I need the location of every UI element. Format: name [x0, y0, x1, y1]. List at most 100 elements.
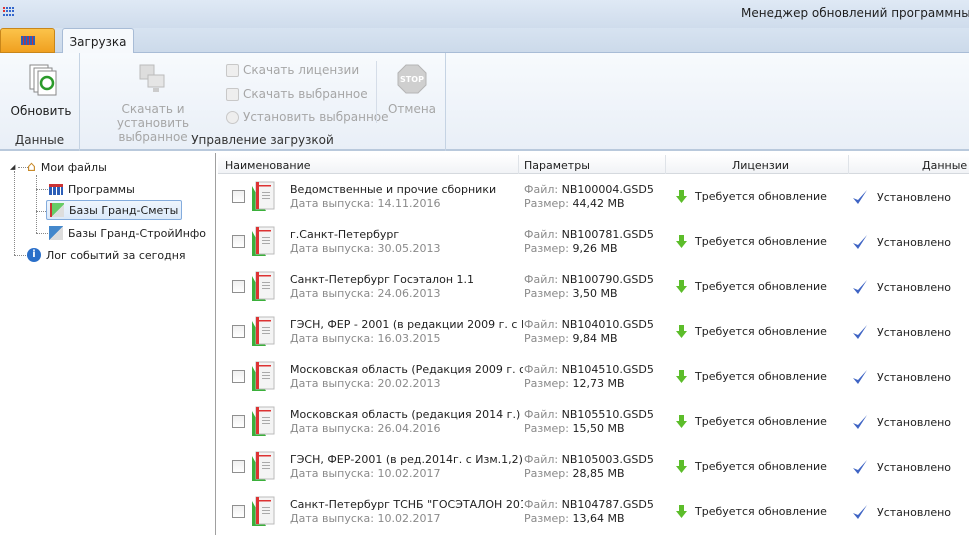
license-status: Требуется обновление — [676, 460, 827, 473]
data-status: Установлено — [852, 324, 951, 340]
stroyinfo-book-icon — [49, 226, 63, 240]
tree-panel: ◢ ⌂ Мои файлы Программы Базы Гранд-Сметы … — [0, 153, 216, 535]
install-selected-button[interactable]: Установить выбранное — [226, 110, 389, 124]
database-book-icon — [50, 203, 64, 217]
app-grid-icon — [20, 36, 35, 45]
ribbon: Обновить Данные Скачать и установить выб… — [0, 53, 969, 151]
header-params[interactable]: Параметры — [524, 159, 590, 172]
size-label: Размер: — [524, 332, 573, 345]
base-name: г.Санкт-Петербург — [290, 228, 400, 241]
row-checkbox[interactable] — [232, 190, 245, 203]
file-value: NB100004.GSD5 — [561, 183, 654, 196]
license-text: Требуется обновление — [695, 325, 827, 338]
table-row[interactable]: Ведомственные и прочие сборники Дата вып… — [218, 175, 969, 220]
bases-table: Наименование Параметры Лицензии Данные В… — [218, 153, 969, 535]
header-licenses[interactable]: Лицензии — [732, 159, 789, 172]
home-icon: ⌂ — [27, 159, 36, 175]
file-label: Файл: — [524, 228, 562, 241]
table-row[interactable]: Санкт-Петербург Госэталон 1.1 Дата выпус… — [218, 265, 969, 310]
table-row[interactable]: Московская область (Редакция 2009 г. с И… — [218, 355, 969, 400]
tree-item-programs[interactable]: Программы — [46, 179, 138, 199]
base-name: ГЭСН, ФЕР - 2001 (в редакции 2009 г. с И… — [290, 318, 523, 331]
database-book-icon — [252, 226, 275, 256]
svg-text:STOP: STOP — [400, 75, 424, 84]
tree-label: Мои файлы — [40, 160, 107, 174]
refresh-label: Обновить — [10, 104, 72, 118]
programs-icon — [49, 183, 63, 195]
file-menu-button[interactable] — [0, 28, 55, 53]
file-param: Файл: NB104787.GSD5 — [524, 498, 654, 511]
checkmark-icon — [853, 505, 867, 519]
table-row[interactable]: ГЭСН, ФЕР-2001 (в ред.2014г. с Изм.1,2) … — [218, 445, 969, 490]
data-text: Установлено — [877, 280, 952, 294]
license-status: Требуется обновление — [676, 370, 827, 383]
cancel-button[interactable]: STOP Отмена — [384, 63, 440, 116]
download-install-button[interactable]: Скачать и установить выбранное — [90, 63, 216, 144]
base-name: Московская область (Редакция 2009 г. с И… — [290, 363, 523, 376]
data-status: Установлено — [852, 369, 951, 385]
data-text: Установлено — [877, 505, 952, 519]
refresh-button[interactable]: Обновить — [6, 63, 76, 118]
database-book-icon — [252, 496, 275, 526]
row-checkbox[interactable] — [232, 505, 245, 518]
row-checkbox[interactable] — [232, 280, 245, 293]
tree-item-my-files[interactable]: ⌂ Мои файлы — [24, 157, 110, 177]
table-header: Наименование Параметры Лицензии Данные — [218, 155, 969, 174]
size-label: Размер: — [524, 287, 573, 300]
data-text: Установлено — [877, 415, 952, 429]
license-text: Требуется обновление — [695, 370, 827, 383]
column-separator[interactable] — [665, 155, 666, 174]
database-book-icon — [252, 361, 275, 391]
row-checkbox[interactable] — [232, 325, 245, 338]
row-checkbox[interactable] — [232, 415, 245, 428]
database-book-icon — [252, 271, 275, 301]
table-row[interactable]: ГЭСН, ФЕР - 2001 (в редакции 2009 г. с И… — [218, 310, 969, 355]
tree-label: Лог событий за сегодня — [46, 248, 186, 262]
collapse-icon[interactable]: ◢ — [10, 163, 15, 171]
file-label: Файл: — [524, 498, 562, 511]
header-data[interactable]: Данные — [922, 159, 967, 172]
tree-item-event-log[interactable]: i Лог событий за сегодня — [24, 245, 189, 265]
row-checkbox[interactable] — [232, 370, 245, 383]
release-date: Дата выпуска: 10.02.2017 — [290, 467, 440, 480]
file-value: NB105003.GSD5 — [561, 453, 654, 466]
download-selected-button[interactable]: Скачать выбранное — [226, 87, 368, 101]
tree-label: Программы — [68, 182, 135, 196]
table-row[interactable]: Санкт-Петербург ТСНБ "ГОСЭТАЛОН 2012 ре … — [218, 490, 969, 535]
license-icon — [226, 63, 239, 77]
data-text: Установлено — [877, 235, 952, 249]
table-row[interactable]: Московская область (редакция 2014 г.) Да… — [218, 400, 969, 445]
date-label: Дата выпуска: — [290, 287, 378, 300]
date-value: 24.06.2013 — [377, 287, 441, 300]
checkmark-icon — [853, 280, 867, 294]
tree-label: Базы Гранд-Сметы — [69, 203, 179, 217]
arrow-down-icon — [676, 280, 687, 293]
data-text: Установлено — [877, 370, 952, 384]
title-bar: Менеджер обновлений программных пр — [0, 0, 969, 28]
tree-item-grand-stroyinfo-bases[interactable]: Базы Гранд-СтройИнфо — [46, 223, 209, 243]
download-licenses-button[interactable]: Скачать лицензии — [226, 63, 359, 77]
date-value: 10.02.2017 — [377, 467, 441, 480]
refresh-icon — [29, 64, 57, 96]
row-checkbox[interactable] — [232, 460, 245, 473]
base-name: Санкт-Петербург Госэталон 1.1 — [290, 273, 474, 286]
size-param: Размер: 12,73 MB — [524, 377, 625, 390]
license-text: Требуется обновление — [695, 235, 827, 248]
table-row[interactable]: г.Санкт-Петербург Дата выпуска: 30.05.20… — [218, 220, 969, 265]
install-selected-label: Установить выбранное — [243, 110, 389, 124]
checkmark-icon — [853, 415, 867, 429]
date-value: 26.04.2016 — [377, 422, 441, 435]
header-name[interactable]: Наименование — [225, 159, 310, 172]
file-value: NB100790.GSD5 — [561, 273, 654, 286]
license-text: Требуется обновление — [695, 460, 827, 473]
date-label: Дата выпуска: — [290, 242, 378, 255]
column-separator[interactable] — [848, 155, 849, 174]
column-separator[interactable] — [518, 155, 519, 174]
tab-download[interactable]: Загрузка — [62, 28, 134, 54]
stop-icon: STOP — [397, 64, 427, 94]
app-icon[interactable] — [3, 7, 15, 17]
tree-item-grand-smeta-bases[interactable]: Базы Гранд-Сметы — [46, 200, 183, 220]
size-label: Размер: — [524, 467, 573, 480]
row-checkbox[interactable] — [232, 235, 245, 248]
tree-label: Базы Гранд-СтройИнфо — [68, 226, 207, 240]
